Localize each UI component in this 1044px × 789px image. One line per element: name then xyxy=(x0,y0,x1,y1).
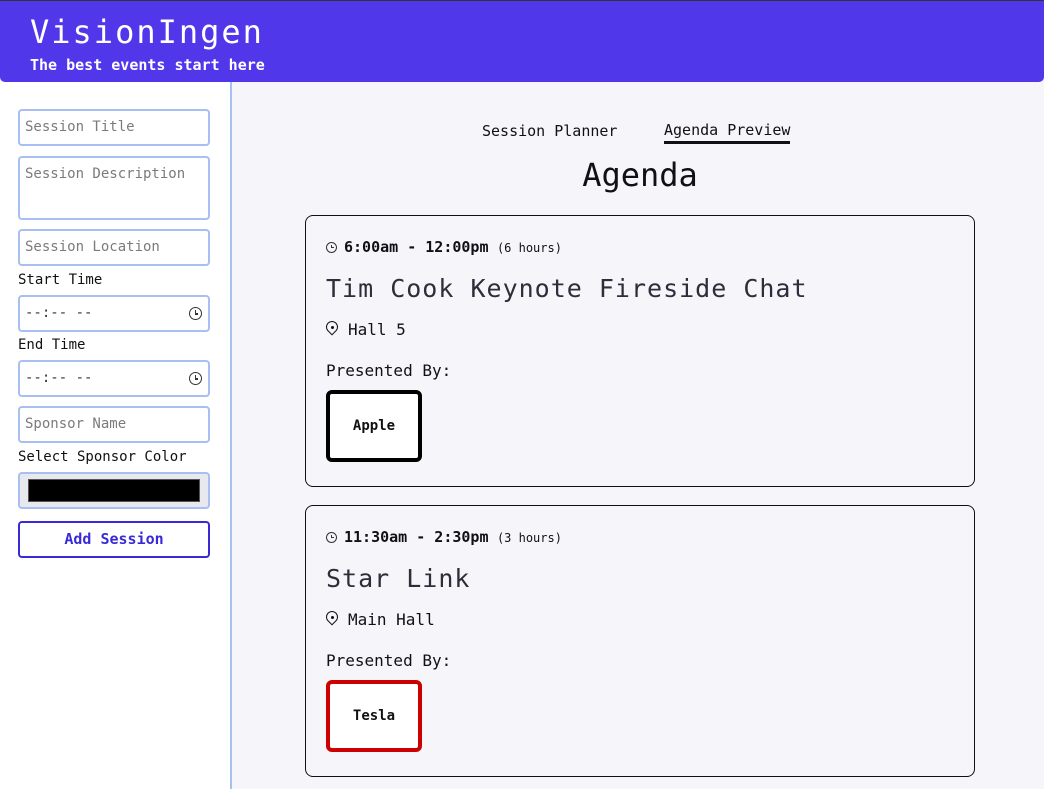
clock-icon[interactable] xyxy=(189,307,202,320)
session-location-input[interactable]: Session Location xyxy=(18,229,210,266)
session-location-text: Main Hall xyxy=(348,610,435,629)
app-header: VisionIngen The best events start here xyxy=(0,0,1044,82)
session-location: Hall 5 xyxy=(326,320,406,339)
clock-icon xyxy=(326,532,337,543)
end-time-label: End Time xyxy=(18,337,86,353)
session-title-input[interactable]: Session Title xyxy=(18,109,210,146)
end-time-input[interactable]: --:-- -- xyxy=(18,360,210,397)
end-time-value: --:-- -- xyxy=(25,370,93,386)
session-location: Main Hall xyxy=(326,610,435,629)
session-location-text: Hall 5 xyxy=(348,320,406,339)
session-time: 6:00am - 12:00pm (6 hours) xyxy=(326,238,562,256)
session-time-range: 6:00am - 12:00pm xyxy=(344,238,489,256)
tab-agenda-preview[interactable]: Agenda Preview xyxy=(664,121,791,144)
session-title: Star Link xyxy=(326,564,471,593)
sponsor-badge: Apple xyxy=(326,390,422,462)
location-pin-icon xyxy=(326,321,338,337)
clock-icon xyxy=(326,242,337,253)
brand-title: VisionIngen xyxy=(30,13,264,51)
session-duration: (3 hours) xyxy=(496,531,562,545)
add-session-button[interactable]: Add Session xyxy=(18,521,210,558)
session-time: 11:30am - 2:30pm (3 hours) xyxy=(326,528,562,546)
presented-by-label: Presented By: xyxy=(326,361,452,380)
sponsor-color-picker[interactable] xyxy=(18,472,210,509)
session-card: 11:30am - 2:30pm (3 hours) Star Link Mai… xyxy=(305,505,975,777)
session-time-range: 11:30am - 2:30pm xyxy=(344,528,489,546)
session-card: 6:00am - 12:00pm (6 hours) Tim Cook Keyn… xyxy=(305,215,975,487)
start-time-input[interactable]: --:-- -- xyxy=(18,295,210,332)
sponsor-badge: Tesla xyxy=(326,680,422,752)
sponsor-color-label: Select Sponsor Color xyxy=(18,449,187,465)
agenda-title: Agenda xyxy=(582,156,698,194)
start-time-value: --:-- -- xyxy=(25,305,93,321)
presented-by-label: Presented By: xyxy=(326,651,452,670)
tab-session-planner[interactable]: Session Planner xyxy=(482,122,617,142)
session-duration: (6 hours) xyxy=(496,241,562,255)
start-time-label: Start Time xyxy=(18,272,103,288)
location-pin-icon xyxy=(326,611,338,627)
sponsor-name-input[interactable]: Sponsor Name xyxy=(18,406,210,443)
session-form-sidebar: Session Title Session Description Sessio… xyxy=(0,82,232,789)
brand-tagline: The best events start here xyxy=(30,56,265,74)
session-description-input[interactable]: Session Description xyxy=(18,156,210,220)
session-title: Tim Cook Keynote Fireside Chat xyxy=(326,274,808,303)
color-swatch xyxy=(28,479,200,502)
clock-icon[interactable] xyxy=(189,372,202,385)
